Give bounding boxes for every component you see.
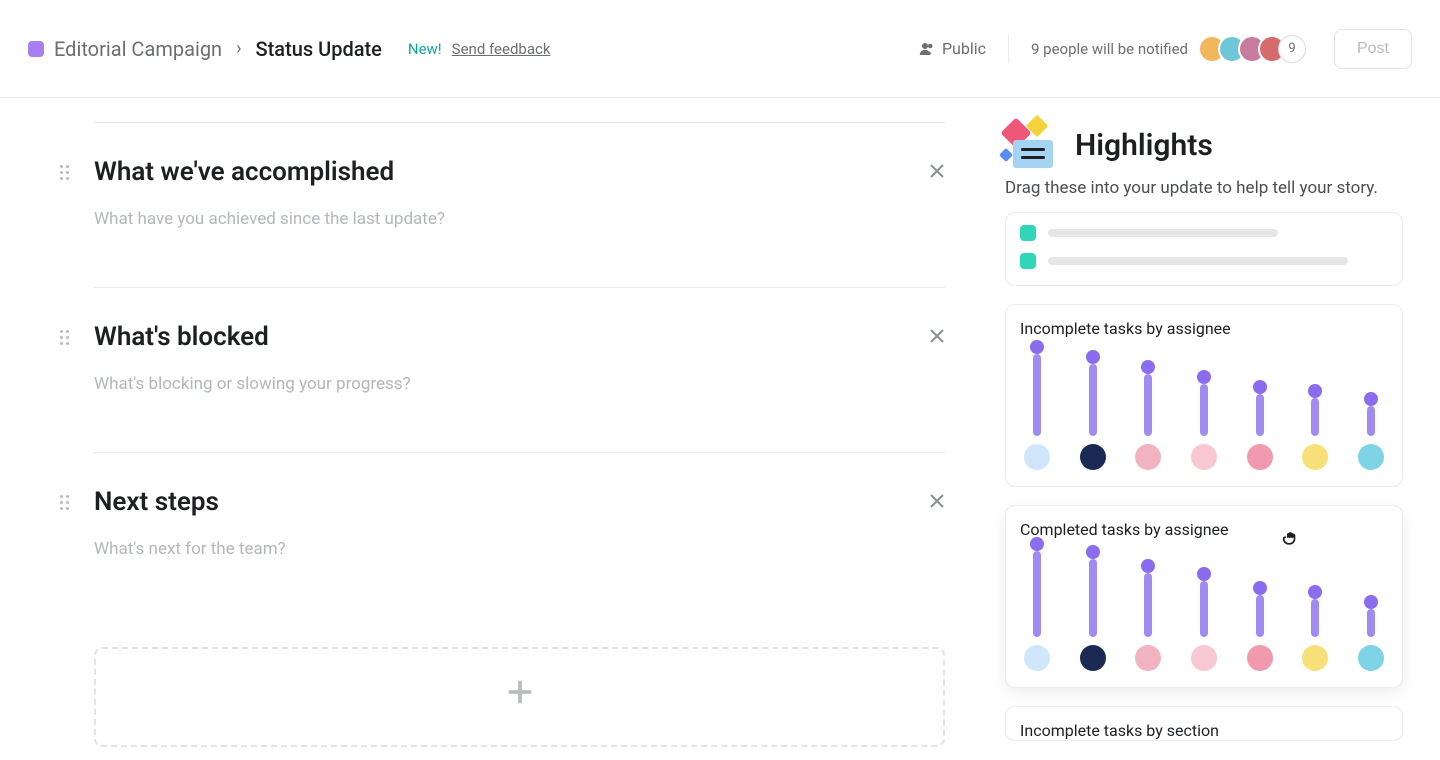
card-title: Incomplete tasks by assignee (1020, 319, 1388, 338)
lollipop-chart (1020, 352, 1388, 470)
breadcrumb-project[interactable]: Editorial Campaign (54, 37, 222, 61)
plus-icon (505, 677, 535, 707)
checkbox-icon (1020, 253, 1036, 269)
new-badge: New! (408, 40, 442, 58)
visibility-toggle[interactable]: Public (916, 39, 986, 58)
update-editor: What we've accomplished What have you ac… (0, 98, 1005, 760)
highlight-card-incomplete-by-section[interactable]: Incomplete tasks by section (1005, 706, 1403, 741)
divider (1008, 35, 1009, 63)
header-bar: Editorial Campaign › Status Update New! … (0, 0, 1440, 98)
placeholder-bar (1048, 229, 1278, 237)
add-section-button[interactable] (94, 647, 945, 747)
remove-section-button[interactable] (929, 493, 945, 513)
section-title[interactable]: Next steps (94, 487, 945, 517)
card-title: Completed tasks by assignee (1020, 520, 1388, 539)
visibility-label: Public (942, 39, 986, 58)
send-feedback-link[interactable]: Send feedback (452, 40, 551, 58)
section-blocked[interactable]: What's blocked What's blocking or slowin… (94, 287, 945, 452)
drag-handle-icon[interactable] (60, 330, 69, 345)
placeholder-bar (1048, 257, 1348, 265)
project-color-chip (28, 41, 44, 57)
breadcrumb: Editorial Campaign › Status Update (54, 37, 382, 61)
drag-handle-icon[interactable] (60, 495, 69, 510)
close-icon (929, 493, 945, 509)
section-title[interactable]: What's blocked (94, 322, 945, 352)
highlight-card-incomplete-by-assignee[interactable]: Incomplete tasks by assignee (1005, 304, 1403, 487)
chevron-right-icon: › (236, 38, 241, 59)
section-title[interactable]: What we've accomplished (94, 157, 945, 187)
breadcrumb-current: Status Update (256, 37, 382, 61)
people-icon (916, 40, 934, 58)
section-placeholder[interactable]: What's blocking or slowing your progress… (94, 374, 945, 394)
highlight-card-task-list[interactable] (1005, 212, 1403, 286)
highlights-subtitle: Drag these into your update to help tell… (1005, 178, 1440, 198)
section-accomplished[interactable]: What we've accomplished What have you ac… (94, 122, 945, 287)
card-title: Incomplete tasks by section (1020, 721, 1388, 740)
highlight-card-completed-by-assignee[interactable]: Completed tasks by assignee (1005, 505, 1403, 688)
close-icon (929, 328, 945, 344)
avatar-overflow-count: 9 (1278, 35, 1306, 63)
checkbox-icon (1020, 225, 1036, 241)
section-next-steps[interactable]: Next steps What's next for the team? (94, 452, 945, 617)
notify-count-text: 9 people will be notified (1031, 40, 1188, 58)
close-icon (929, 163, 945, 179)
highlights-panel: Highlights Drag these into your update t… (1005, 98, 1440, 760)
section-placeholder[interactable]: What's next for the team? (94, 539, 945, 559)
highlights-title: Highlights (1075, 128, 1213, 163)
remove-section-button[interactable] (929, 163, 945, 183)
notify-avatars[interactable]: 9 (1198, 35, 1306, 63)
section-placeholder[interactable]: What have you achieved since the last up… (94, 209, 945, 229)
remove-section-button[interactable] (929, 328, 945, 348)
highlights-icon (1005, 122, 1059, 168)
drag-handle-icon[interactable] (60, 165, 69, 180)
post-button[interactable]: Post (1334, 29, 1412, 69)
lollipop-chart (1020, 553, 1388, 671)
